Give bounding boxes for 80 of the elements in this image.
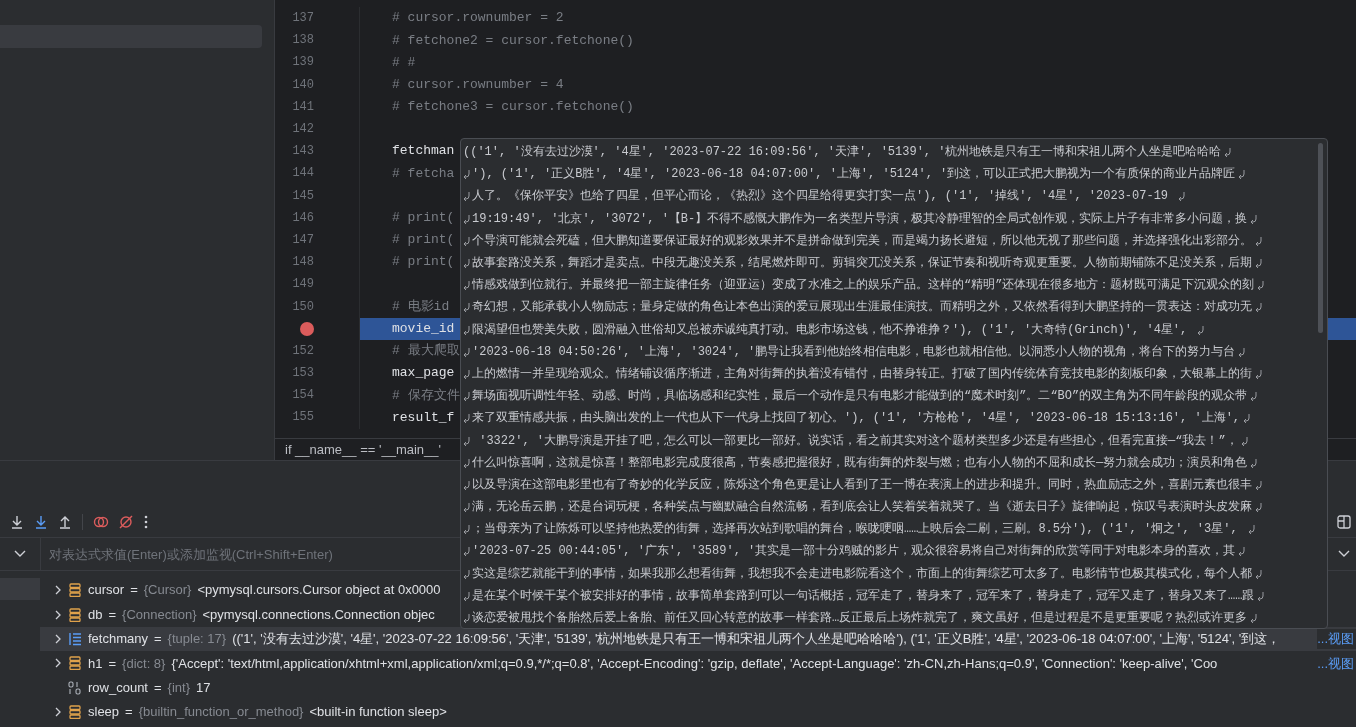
code-text: max_page [392, 364, 455, 383]
tooltip-text: 实这是综艺就能干到的事情，如果我那么想看街舞，我想我不会走进电影院看这个，市面上的街舞综艺可太多了。电影情节也极其模式化，每个人都 [472, 565, 1252, 583]
tooltip-text: 是在某个时候干某个被安排好的事情，故事简单套路到可以一句话概括，冠军走了，替身来了，冠军来了，替身走了，冠军又走了，替身又来了……跟 [472, 587, 1255, 605]
tooltip-text: 个导演可能就会死磕，但大鹏知道要保证最好的观影效果并不是拼命做到完美，而是竭力扬长避短，所以他无视了那些问题，并选择强化出彩部分。 [472, 232, 1252, 250]
variable-name: row_count [88, 679, 148, 697]
code-comment: # fetcha [392, 164, 455, 183]
equals-sign: = [125, 703, 133, 722]
code-text: fetchman [392, 142, 455, 161]
equals-sign: = [130, 581, 138, 600]
line-number: 152 [292, 342, 314, 360]
variable-type: {Connection} [122, 605, 197, 624]
tooltip-text: 人了。《保你平安》也给了四星，但平心而论，《热烈》这个四星给得更实打实一点'), ('1', '掉线', '4星', '2023-07-19 [472, 188, 1170, 206]
variable-value: <pymysql.connections.Connection objec [202, 605, 435, 624]
tooltip-text: 19:19:49', '北京', '3072', '【B-】不得不感慨大鹏作为一名类型片导演，极其冷静理智的全局式创作观，实际上片子有非常多小问题，换 [472, 210, 1248, 228]
tooltip-text: 情感戏做到位就行。并最终把一部主旋律任务（迎亚运）变成了水准之上的娱乐产品。这样的“精明”还体现在很多地方：题材既可满足下沉观众的刻 [472, 277, 1255, 295]
code-comment: # # [392, 53, 416, 72]
code-comment: # 电影id [392, 297, 450, 316]
line-number: 145 [292, 187, 314, 205]
code-text: movie_id [392, 319, 455, 338]
equals-sign: = [154, 630, 162, 649]
variable-value: <built-in function sleep> [309, 703, 447, 722]
line-number: 138 [292, 32, 314, 50]
line-number: 137 [292, 10, 314, 28]
tooltip-text: '2023-06-18 04:50:26', '上海', '3024', '鹏导让我看到他始终相信电影，电影也就相信他。以洞悉小人物的视角，将台下的努力与台 [472, 343, 1236, 361]
line-number: 149 [292, 276, 314, 294]
code-comment: # print( [392, 231, 455, 250]
variable-name: cursor [88, 581, 125, 600]
line-number: 140 [292, 76, 314, 94]
tooltip-text: '), ('1', '正义B胜', '4星', '2023-06-18 04:07:00', '上海', '5124', '到这，可以正式把大鹏视为一个有质保的商业片品牌匠 [472, 166, 1236, 184]
code-comment: # fetchone3 = cursor.fetchone() [392, 98, 634, 117]
variable-value: {'Accept': 'text/html,application/xhtml+xml,application/xml;q=0.9,*/*;q=0.8', 'Accept-Encoding': 'gzip, deflate', 'Accept-Language': 'zh-CN,zh-Hans;q=0.9', 'Connection': 'keep-alive', 'Coo [171, 654, 1218, 673]
tooltip-text: ；当母亲为了让陈烁可以坚持他热爱的街舞，选择再次站到歌唱的舞台，喉咙哽咽……上映后会二刷，三刷。8.5分'), ('1', '炯之', '3星', [472, 521, 1239, 539]
variable-name: fetchmany [88, 630, 148, 649]
variable-type: {builtin_function_or_method} [138, 703, 304, 722]
line-number: 154 [292, 387, 314, 405]
code-comment: # fetchone2 = cursor.fetchone() [392, 31, 634, 50]
variable-name: h1 [88, 654, 103, 673]
tooltip-text: 故事套路没关系，舞蹈才是卖点。中段无趣没关系，结尾燃炸即可。剪辑突兀没关系，保证节奏和视听奇观更重要。人物前期铺陈不足没关系，后期 [472, 255, 1252, 273]
equals-sign: = [154, 679, 162, 697]
code-comment: # 保存文件 [392, 386, 460, 405]
variable-type: {Cursor} [143, 581, 192, 600]
tooltip-text: (('1', '没有去过沙漠', '4星', '2023-07-22 16:09:56', '天津', '5139', '杭州地铁是只有王一博和宋祖儿两个人坐是吧哈哈哈 [463, 144, 1222, 162]
variable-type: {int} [167, 679, 190, 697]
code-comment: # cursor.rownumber = 4 [392, 75, 564, 94]
tooltip-text: 来了双重情感共振，由头脑出发的上一代也从下一代身上找回了初心。'), ('1', '方枪枪', '4星', '2023-06-18 15:13:16', '上海', [472, 410, 1241, 428]
tooltip-text: 限渴望但也赞美失败，圆滑融入世俗却又总被赤诚纯真打动。电影市场这钱，他不挣谁挣？'), ('1', '大奇特(Grinch)', '4星', [472, 321, 1189, 339]
code-comment: # 最大爬取 [392, 342, 460, 361]
line-number: 142 [292, 121, 314, 139]
tooltip-text: 谈恋爱被甩找个备胎然后爱上备胎、前任又回心转意的故事一样套路…反正最后上场炸就完了，爽文虽好，但是过程是不是更重要呢？热烈或许更多 [472, 610, 1248, 628]
tooltip-text: '3322', '大鹏导演是开挂了吧，怎么可以一部更比一部好。说实话，看之前其实对这个题材类型多少还是有些担心，但看完直接—“我去！”， [478, 432, 1238, 450]
variable-type: {tuple: 17} [167, 630, 227, 649]
equals-sign: = [108, 605, 117, 624]
variable-value: <pymysql.cursors.Cursor object at 0x0000 [197, 581, 441, 600]
equals-sign: = [108, 654, 117, 673]
code-comment: # print( [392, 209, 455, 228]
tooltip-text: 以及导演在这部电影里也有了奇妙的化学反应，陈烁这个角色更是让人看到了王一博在表演上的进步和提升。同时，热血励志之外，喜剧元素也很丰 [472, 476, 1252, 494]
code-text: result_f [392, 408, 455, 427]
tooltip-text: '2023-07-25 00:44:05', '广东', '3589', '其实是一部十分鸡贼的影片，观众很容易将自己对街舞的欣赏等同于对电影本身的喜欢，其 [472, 543, 1236, 561]
line-number: 148 [292, 254, 314, 272]
tooltip-text: 什么叫惊喜啊，这就是惊喜！整部电影完成度很高，节奏感把握很好，既有街舞的炸裂与燃；也有小人物的不屈和成长—努力就会成功；演员和角色 [472, 454, 1248, 472]
tooltip-text: 舞场面视听调性年轻、动感、时尚，具临场感和纪实性，最后一个动作是只有电影才能做到的“魔术时刻”。二“BO”的双主角为不同年龄段的观众带 [472, 388, 1248, 406]
variable-value: (('1', '没有去过沙漠', '4星', '2023-07-22 16:09:56', '天津', '5139', '杭州地铁是只有王一博和宋祖儿两个人坐是吧哈哈哈'), ('1', '正义B胜', '4星', '2023-06-18 04:07:00', '上海', '5124', '到这， [232, 630, 1281, 649]
code-comment: # cursor.rownumber = 2 [392, 9, 564, 28]
line-number: 146 [292, 209, 314, 227]
line-number: 141 [292, 98, 314, 116]
tooltip-text: 满，无论岳云鹏，还是台词玩梗，各种笑点与幽默融合自然流畅，看到底会让人笑着笑着就哭了。当《逝去日子》旋律响起，惊叹号表演时头皮发麻 [472, 499, 1252, 517]
variable-value: 17 [196, 679, 211, 697]
tooltip-text: 奇幻想，又能承载小人物励志；量身定做的角色让本色出演的爱豆展现出生涯最佳演技。而精明之外，又依然看得到大鹏坚持的一贯表达：对成功无 [472, 299, 1252, 317]
line-number: 147 [292, 231, 314, 249]
line-number: 155 [292, 409, 314, 427]
line-number: 139 [292, 54, 314, 72]
variable-name: db [88, 605, 103, 624]
code-comment: # print( [392, 253, 455, 272]
variable-name: sleep [88, 703, 120, 722]
line-number: 143 [292, 143, 314, 161]
line-number: 153 [292, 365, 314, 383]
line-number: 150 [292, 298, 314, 316]
variable-type: {dict: 8} [122, 654, 166, 673]
tooltip-text: 上的燃情一并呈现给观众。情绪铺设循序渐进，主角对街舞的执着没有错付，由替身转正。打破了国内传统体育竞技电影的刻板印象，大银幕上的街 [472, 365, 1252, 383]
line-number: 144 [292, 165, 314, 183]
